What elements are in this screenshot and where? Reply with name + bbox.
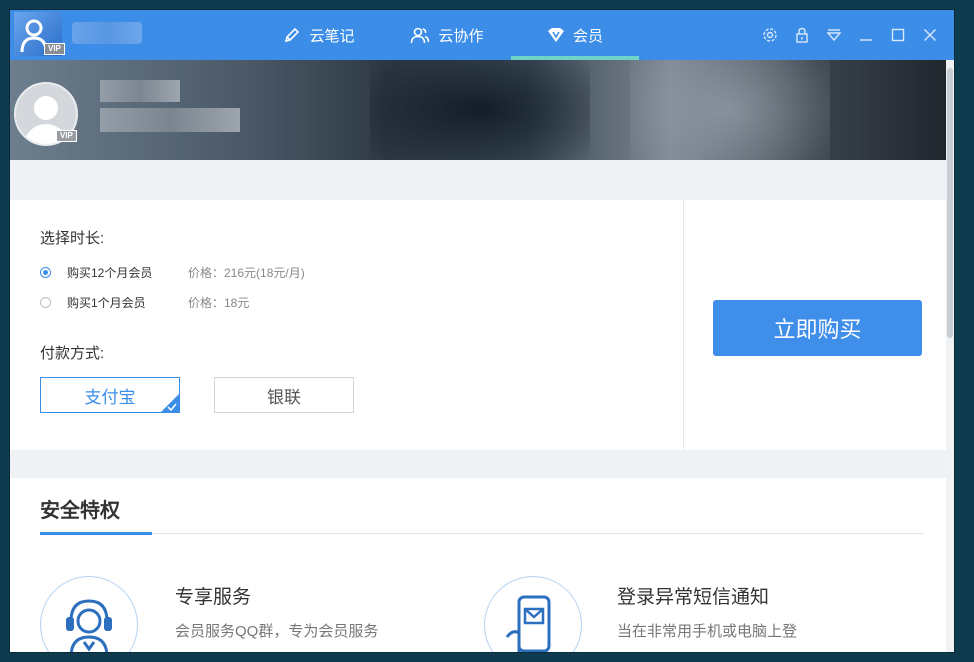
profile-banner: VIP <box>10 60 954 160</box>
profile-vip-badge: VIP <box>56 130 77 142</box>
vertical-scrollbar[interactable] <box>946 60 954 652</box>
tab-cloud-notes[interactable]: 云笔记 <box>255 10 383 60</box>
maximize-button[interactable] <box>882 20 914 50</box>
profile-name-blurred <box>100 80 180 102</box>
option-label: 购买12个月会员 <box>67 266 153 280</box>
check-icon <box>167 403 177 411</box>
tab-label: 会员 <box>572 27 603 45</box>
feature-title: 专享服务 <box>175 587 252 608</box>
feature-desc: 当在非常用手机或电脑上登 <box>617 623 798 640</box>
lock-icon <box>796 27 808 43</box>
tab-label: 云笔记 <box>309 27 355 45</box>
minimize-icon <box>860 39 872 41</box>
app-window: VIP 云笔记 云协作 会员 VIP 选择时长: 购买12个月会员 价格：216… <box>10 10 954 652</box>
window-controls <box>754 10 946 60</box>
header-avatar[interactable]: VIP <box>14 12 65 56</box>
sms-phone-icon <box>484 576 582 652</box>
maximize-icon <box>891 28 905 42</box>
option-1-month[interactable]: 购买1个月会员 价格：18元 <box>40 294 249 311</box>
header-vip-badge: VIP <box>44 43 65 55</box>
tab-label: 云协作 <box>438 27 484 45</box>
payment-label: 付款方式: <box>40 345 105 362</box>
option-price: 价格：216元(18元/月) <box>188 266 305 280</box>
title-bar: VIP 云笔记 云协作 会员 <box>10 10 954 60</box>
username-blurred <box>72 22 142 44</box>
pencil-icon <box>285 27 300 43</box>
vip-diamond-icon <box>547 28 564 42</box>
feature-desc: 会员服务QQ群，专为会员服务 <box>175 623 379 640</box>
unionpay-button[interactable]: 银联 <box>214 377 354 413</box>
main-tabs: 云笔记 云协作 会员 <box>255 10 639 60</box>
profile-info-blurred <box>100 108 240 132</box>
option-label: 购买1个月会员 <box>67 296 146 310</box>
payment-method-label: 银联 <box>267 387 301 407</box>
scrollbar-thumb[interactable] <box>947 68 953 338</box>
tab-membership[interactable]: 会员 <box>511 10 639 60</box>
buy-now-button[interactable]: 立即购买 <box>713 300 922 356</box>
payment-method-label: 支付宝 <box>84 387 136 407</box>
radio-1-month[interactable] <box>40 297 51 308</box>
section-title: 安全特权 <box>40 500 120 522</box>
headset-support-icon <box>40 576 138 652</box>
menu-dropdown-button[interactable] <box>818 20 850 50</box>
settings-button[interactable] <box>754 20 786 50</box>
radio-12-months[interactable] <box>40 267 51 278</box>
purchase-panel: 选择时长: 购买12个月会员 价格：216元(18元/月) 购买1个月会员 价格… <box>10 200 954 450</box>
feature-title: 登录异常短信通知 <box>617 587 770 608</box>
duration-label: 选择时长: <box>40 230 105 247</box>
lock-button[interactable] <box>786 20 818 50</box>
security-privileges-section: 安全特权 专享服务 会员服务QQ群，专为会员服务 登录异常短信通知 当在非常用手… <box>10 478 954 652</box>
alipay-button[interactable]: 支付宝 <box>40 377 180 413</box>
people-icon <box>411 27 430 44</box>
tab-cloud-collab[interactable]: 云协作 <box>383 10 511 60</box>
option-price: 价格：18元 <box>188 296 250 310</box>
option-12-months[interactable]: 购买12个月会员 价格：216元(18元/月) <box>40 264 305 281</box>
settings-icon <box>763 28 777 42</box>
dropdown-icon <box>826 29 842 42</box>
close-icon <box>924 29 936 41</box>
minimize-button[interactable] <box>850 20 882 50</box>
close-button[interactable] <box>914 20 946 50</box>
